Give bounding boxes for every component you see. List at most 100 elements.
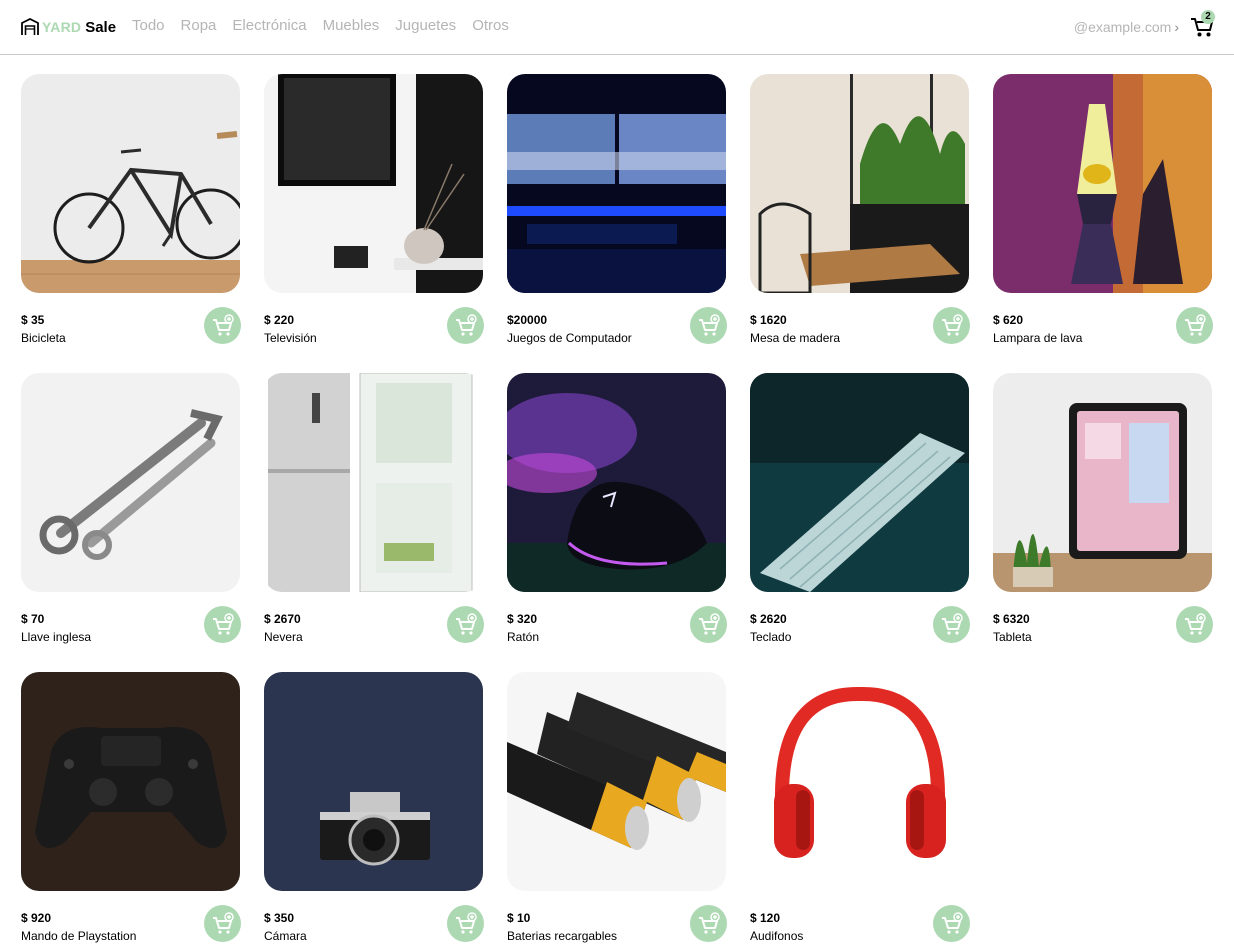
- product-card: $ 920 Mando de Playstation: [21, 672, 241, 943]
- add-to-cart-icon: [698, 313, 720, 336]
- add-to-cart-icon: [698, 911, 720, 934]
- product-name: Nevera: [264, 630, 303, 644]
- product-name: Ratón: [507, 630, 540, 644]
- product-info: $ 350 Cámara: [264, 905, 484, 951]
- logo-text-yard: YARD: [42, 19, 82, 35]
- product-name: Bicicleta: [21, 331, 66, 345]
- add-to-cart-button[interactable]: [690, 307, 727, 344]
- product-price: $ 2620: [750, 612, 787, 626]
- nav-otros[interactable]: Otros: [472, 17, 509, 34]
- product-image-wrenches[interactable]: [21, 373, 240, 592]
- product-info: $ 10 Baterias recargables: [507, 905, 727, 951]
- product-info: $20000 Juegos de Computador: [507, 307, 727, 353]
- product-price: $ 620: [993, 313, 1024, 327]
- nav-todo[interactable]: Todo: [132, 17, 165, 34]
- product-name: Llave inglesa: [21, 630, 92, 644]
- add-to-cart-icon: [212, 313, 234, 336]
- add-to-cart-icon: [941, 612, 963, 635]
- product-image-lava-lamp[interactable]: [993, 74, 1212, 293]
- add-to-cart-button[interactable]: [204, 606, 241, 643]
- product-price: $ 350: [264, 911, 295, 925]
- product-info: $ 320 Ratón: [507, 606, 727, 652]
- product-price: $ 10: [507, 911, 531, 925]
- account-menu[interactable]: @example.com ›: [1074, 19, 1179, 35]
- product-info: $ 920 Mando de Playstation: [21, 905, 241, 951]
- add-to-cart-icon: [455, 313, 477, 336]
- nav-electronica[interactable]: Electrónica: [232, 17, 306, 34]
- category-nav: Todo Ropa Electrónica Muebles Juguetes O…: [132, 17, 509, 34]
- product-info: $ 120 Audifonos: [750, 905, 970, 951]
- product-card: $ 70 Llave inglesa: [21, 373, 241, 644]
- add-to-cart-icon: [941, 911, 963, 934]
- add-to-cart-icon: [698, 612, 720, 635]
- product-info: $ 35 Bicicleta: [21, 307, 241, 353]
- navbar: YARD Sale Todo Ropa Electrónica Muebles …: [0, 0, 1234, 55]
- product-grid: $ 35 Bicicleta $ 220 Televisión $20000 J…: [21, 74, 1213, 943]
- add-to-cart-icon: [1184, 612, 1206, 635]
- product-card: $ 10 Baterias recargables: [507, 672, 727, 943]
- product-info: $ 620 Lampara de lava: [993, 307, 1213, 353]
- product-image-fridge[interactable]: [264, 373, 483, 592]
- add-to-cart-button[interactable]: [690, 905, 727, 942]
- product-image-batteries[interactable]: [507, 672, 726, 891]
- product-card: $ 35 Bicicleta: [21, 74, 241, 345]
- add-to-cart-button[interactable]: [690, 606, 727, 643]
- product-price: $ 120: [750, 911, 781, 925]
- product-name: Teclado: [750, 630, 792, 644]
- product-image-wooden-table[interactable]: [750, 74, 969, 293]
- product-price: $ 6320: [993, 612, 1030, 626]
- product-price: $20000: [507, 313, 548, 327]
- product-image-gamepad[interactable]: [21, 672, 240, 891]
- product-info: $ 2620 Teclado: [750, 606, 970, 652]
- add-to-cart-icon: [455, 911, 477, 934]
- yard-sale-logo[interactable]: YARD Sale: [21, 15, 116, 39]
- product-name: Lampara de lava: [993, 331, 1083, 345]
- add-to-cart-button[interactable]: [1176, 307, 1213, 344]
- product-image-camera[interactable]: [264, 672, 483, 891]
- logo-text-sale: Sale: [85, 18, 117, 36]
- product-image-keyboard[interactable]: [750, 373, 969, 592]
- nav-ropa[interactable]: Ropa: [181, 17, 217, 34]
- product-card: $ 2620 Teclado: [750, 373, 970, 644]
- product-image-mouse[interactable]: [507, 373, 726, 592]
- add-to-cart-button[interactable]: [933, 905, 970, 942]
- chevron-right-icon: ›: [1174, 19, 1179, 35]
- product-name: Tableta: [993, 630, 1032, 644]
- add-to-cart-icon: [212, 911, 234, 934]
- product-card: $ 620 Lampara de lava: [993, 74, 1213, 345]
- product-name: Juegos de Computador: [507, 331, 632, 345]
- add-to-cart-button[interactable]: [933, 606, 970, 643]
- add-to-cart-button[interactable]: [447, 905, 484, 942]
- product-price: $ 70: [21, 612, 45, 626]
- house-logo-icon: [21, 18, 39, 35]
- product-price: $ 220: [264, 313, 295, 327]
- add-to-cart-button[interactable]: [447, 606, 484, 643]
- product-name: Mesa de madera: [750, 331, 841, 345]
- product-name: Cámara: [264, 929, 307, 943]
- product-card: $ 6320 Tableta: [993, 373, 1213, 644]
- product-card: $ 350 Cámara: [264, 672, 484, 943]
- add-to-cart-button[interactable]: [447, 307, 484, 344]
- product-info: $ 70 Llave inglesa: [21, 606, 241, 652]
- product-info: $ 220 Televisión: [264, 307, 484, 353]
- product-name: Audifonos: [750, 929, 804, 943]
- nav-juguetes[interactable]: Juguetes: [395, 17, 456, 34]
- product-image-tablet[interactable]: [993, 373, 1212, 592]
- product-info: $ 1620 Mesa de madera: [750, 307, 970, 353]
- product-card: $ 220 Televisión: [264, 74, 484, 345]
- shopping-cart-button[interactable]: 2: [1189, 10, 1215, 39]
- product-info: $ 2670 Nevera: [264, 606, 484, 652]
- add-to-cart-button[interactable]: [204, 905, 241, 942]
- add-to-cart-icon: [941, 313, 963, 336]
- product-image-computer-setup[interactable]: [507, 74, 726, 293]
- add-to-cart-icon: [212, 612, 234, 635]
- add-to-cart-button[interactable]: [1176, 606, 1213, 643]
- add-to-cart-button[interactable]: [204, 307, 241, 344]
- add-to-cart-button[interactable]: [933, 307, 970, 344]
- product-image-bicycle[interactable]: [21, 74, 240, 293]
- product-card: $20000 Juegos de Computador: [507, 74, 727, 345]
- nav-muebles[interactable]: Muebles: [323, 17, 380, 34]
- account-email: @example.com: [1073, 19, 1172, 35]
- product-image-headphones[interactable]: [750, 672, 969, 891]
- product-image-tv[interactable]: [264, 74, 483, 293]
